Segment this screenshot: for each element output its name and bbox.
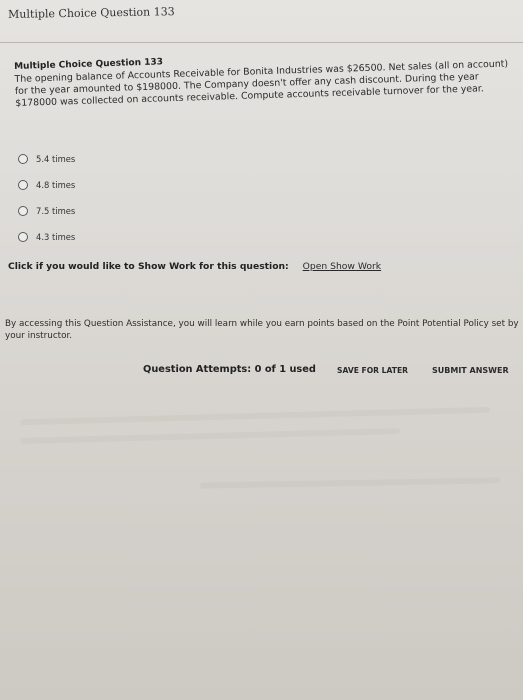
header-divider (0, 42, 523, 43)
answer-options: 5.4 times 4.8 times 7.5 times 4.3 times (18, 152, 218, 256)
reflection-overlay (0, 395, 523, 515)
open-show-work-link[interactable]: Open Show Work (303, 261, 381, 272)
option-4[interactable]: 4.3 times (18, 230, 218, 243)
question-attempts: Question Attempts: 0 of 1 used (143, 364, 316, 375)
radio-button[interactable] (18, 205, 28, 216)
show-work-row: Click if you would like to Show Work for… (8, 261, 381, 272)
page-heading: Multiple Choice Question 133 (8, 5, 175, 21)
save-for-later-button[interactable]: SAVE FOR LATER (337, 366, 408, 375)
footer-actions: Question Attempts: 0 of 1 used SAVE FOR … (0, 364, 523, 378)
option-2[interactable]: 4.8 times (18, 178, 218, 191)
submit-answer-button[interactable]: SUBMIT ANSWER (432, 366, 509, 375)
option-label: 5.4 times (36, 153, 76, 164)
reflection-line (19, 428, 401, 444)
assistance-text: By accessing this Question Assistance, y… (5, 319, 519, 341)
show-work-prompt: Click if you would like to Show Work for… (8, 261, 289, 272)
radio-button[interactable] (18, 179, 28, 190)
option-3[interactable]: 7.5 times (18, 204, 218, 217)
reflection-line (199, 477, 501, 489)
option-label: 7.5 times (36, 205, 76, 216)
option-label: 4.8 times (36, 179, 76, 190)
reflection-line (20, 406, 490, 426)
option-1[interactable]: 5.4 times (18, 152, 218, 165)
radio-button[interactable] (18, 153, 28, 164)
question-block: Multiple Choice Question 133 The opening… (14, 46, 520, 110)
radio-button[interactable] (18, 231, 28, 242)
option-label: 4.3 times (36, 231, 76, 242)
